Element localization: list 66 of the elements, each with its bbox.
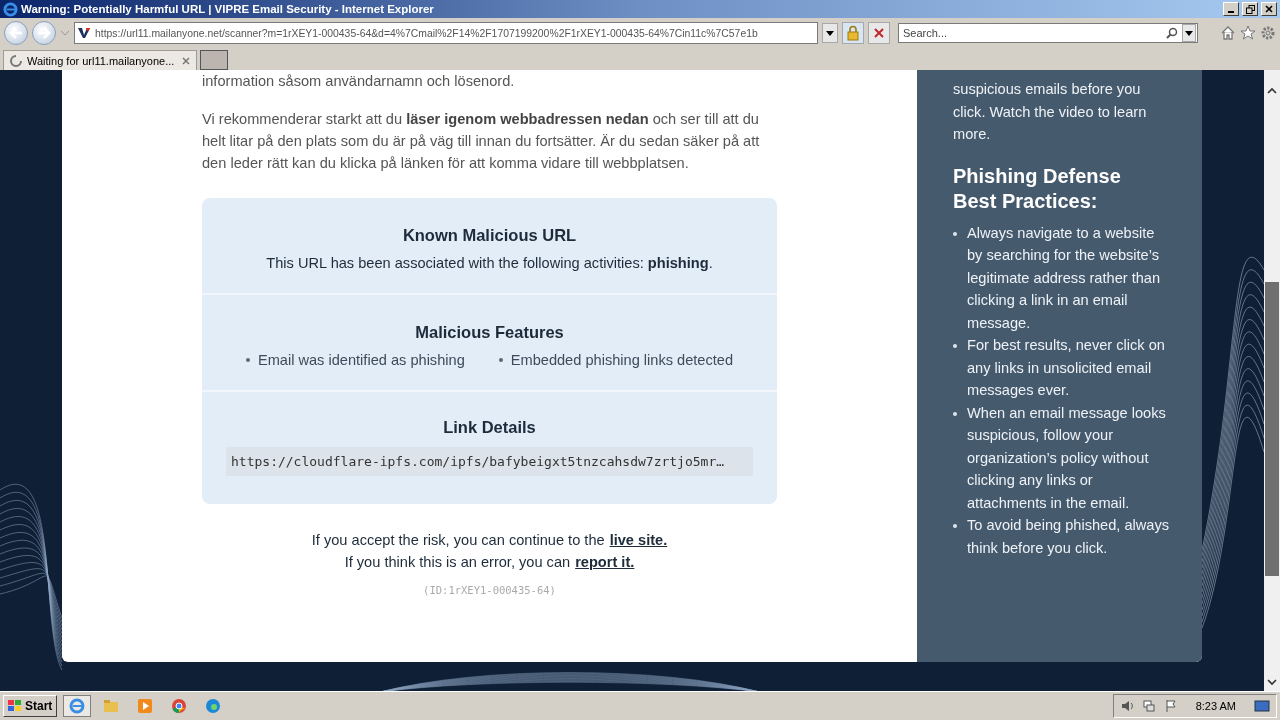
vertical-scrollbar[interactable] [1264,70,1280,691]
browser-taskbar-icon[interactable] [63,695,92,717]
back-arrow-icon [9,27,23,39]
scroll-thumb[interactable] [1265,282,1279,576]
forward-button[interactable] [32,21,56,45]
scroll-down-icon[interactable] [1266,677,1278,687]
browser-logo-icon [3,1,18,17]
feature-item: Embedded phishing links detected [510,352,734,368]
section-title: Link Details [443,418,536,437]
bullet-icon [953,231,957,236]
restore-icon [1245,4,1255,14]
clock: 8:23 AM [1195,700,1236,712]
volume-icon[interactable] [1119,699,1134,713]
link-url: https://cloudflare-ipfs.com/ipfs/bafybeigxt5tnzcahsdw7zrtjo5mr… [226,447,753,476]
favorites-star-icon[interactable] [1240,25,1256,41]
address-field[interactable]: https://url11.mailanyone.net/scanner?m=1rXEY1-000435-64&d=4%7Cmail%2F14%2F1707199200%2F1rXEY1-000435-64%7Cin11c%7C57e1b [74,22,818,44]
browser-tab[interactable]: Waiting for url11.mailanyone... [3,50,197,70]
search-field[interactable]: Search... [898,23,1198,43]
tip-text: To avoid being phished, always think before you click. [967,516,1170,558]
windows-logo-icon [8,700,22,712]
footer-link[interactable]: report it. [575,554,635,570]
section-text: This URL has been associated with the following activities: phishing. [266,255,713,271]
home-icon[interactable] [1220,25,1236,41]
bullet-icon [953,524,957,528]
caret-icon [1185,30,1193,36]
bullet-icon [953,411,957,416]
back-button[interactable] [4,21,28,45]
address-dropdown-button[interactable] [822,23,838,43]
start-button[interactable]: Start [3,695,58,717]
sidebar-text: suspicious emails before you click. Watch the video to learn more. [953,80,1148,144]
padlock-icon [846,25,860,41]
body-paragraph: information såsom användarnamn och lösenord. [202,72,516,91]
close-button[interactable] [1261,2,1277,16]
minimize-button[interactable] [1223,2,1239,16]
settings-icon[interactable] [1260,25,1276,41]
close-icon [1265,5,1273,13]
stop-button[interactable] [868,22,890,44]
footer-text: If you accept the risk, you can continue to the [311,532,605,548]
flag-icon[interactable] [1163,699,1178,713]
bullet-icon [498,358,503,362]
scroll-up-icon[interactable] [1266,86,1278,96]
show-desktop-icon[interactable] [1254,699,1270,713]
feature-item: Email was identified as phishing [257,352,465,368]
message-id: (ID:1rXEY1-000435-64) [423,584,556,596]
forward-arrow-icon [37,27,51,39]
search-dropdown-button[interactable] [1182,24,1196,42]
caret-icon [826,30,834,36]
new-tab-button[interactable] [200,50,228,70]
footer-link[interactable]: live site. [609,532,668,548]
tip-text: Always navigate to a website by searching for the website’s legitimate address rather than clicking a link in an email message. [967,223,1162,333]
section-title: Malicious Features [415,323,564,342]
restore-button[interactable] [1242,2,1258,16]
bullet-icon [953,344,957,348]
bullet-icon [245,358,250,362]
window-title: Warning: Potentially Harmful URL | VIPRE Email Security - Internet Explorer [21,3,435,15]
tip-text: When an email message looks suspicious, follow your organization’s policy without clicking any links or attachments in the email. [967,403,1167,513]
section-title: Known Malicious URL [402,226,577,245]
network-icon[interactable] [1141,699,1156,713]
sidebar-heading: Phishing Defense Best Practices: [953,163,1122,214]
footer-text: If you think this is an error, you can [344,554,571,570]
close-tab-icon[interactable] [182,56,190,65]
body-paragraph: Vi rekommenderar starkt att du läser igenom webbadressen nedan och ser till att du helt litar på den plats som du är på väg till innan du fortsätter. Är du sedan säker på att den leder rätt kan du klicka på länken för att komma vidare till webbplatsen. [202,110,761,173]
site-logo-icon [77,27,91,39]
search-icon[interactable] [1166,27,1178,39]
tip-text: For best results, never click on any links in unsolicited email messages ever. [967,336,1166,400]
stop-icon [874,28,884,38]
